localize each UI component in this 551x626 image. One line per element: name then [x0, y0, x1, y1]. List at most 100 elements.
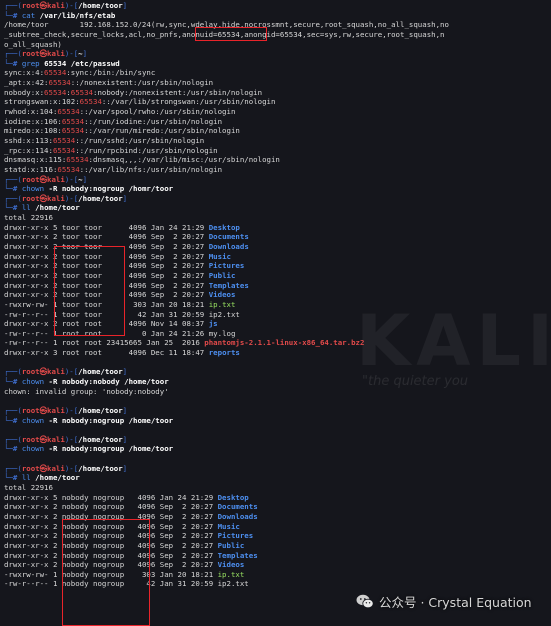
file-permissions: drwxr-xr-x 2	[4, 319, 62, 329]
prompt-hash: #	[12, 415, 22, 425]
command-line[interactable]: └─# chown -R nobody:nogroup /home/toor	[4, 416, 549, 426]
command-line[interactable]: └─# chown -R nobody:nobody /home/toor	[4, 377, 549, 387]
file-size-date: 4096 Sep 2 20:27	[115, 280, 209, 290]
grep-match: 65534	[52, 135, 76, 145]
file-size-date: 4096 Sep 2 20:27	[124, 511, 218, 521]
passwd-user-prefix: strongswan:x:102:	[4, 97, 80, 107]
file-owner-group: root root	[61, 328, 116, 338]
file-owner-group: toor toor	[61, 309, 116, 319]
prompt-frame: └─	[4, 10, 13, 20]
file-owner-group: root root	[61, 338, 107, 348]
file-name: reports	[208, 348, 240, 358]
file-name: Downloads	[208, 242, 249, 252]
prompt-separator: )-[	[64, 193, 79, 203]
passwd-suffix: ::/run/rpcbind:/usr/sbin/nologin	[75, 145, 218, 155]
passwd-entry: nobody:x:65534:65534:nobody:/nonexistent…	[4, 88, 549, 98]
output-line: chown: invalid group: 'nobody:nobody'	[4, 386, 169, 396]
ls-row: drwxr-xr-x 2 nobody nogroup 4096 Sep 2 2…	[4, 560, 549, 570]
prompt-header-line: ┌──(root㉿kali)-[/home/toor]	[4, 406, 549, 416]
file-size-date: 303 Jan 20 18:21	[124, 569, 218, 579]
output-line: total 22916	[4, 213, 53, 223]
grep-match: 65534	[66, 155, 89, 165]
prompt-frame: └─	[4, 203, 13, 213]
grep-match: 65534	[44, 68, 67, 78]
file-owner-group: toor toor	[61, 290, 116, 300]
command-args: /var/lib/nfs/etab	[35, 10, 116, 20]
command-args: /home/toor	[30, 473, 80, 483]
prompt-frame: ┌──(	[4, 367, 22, 377]
passwd-entry: statd:x:116:65534::/var/lib/nfs:/usr/sbi…	[4, 165, 549, 175]
file-permissions: -rw-r--r-- 1	[4, 328, 62, 338]
command-line[interactable]: └─# ll /home/toor	[4, 203, 549, 213]
file-permissions: drwxr-xr-x 2	[4, 521, 62, 531]
prompt-close: ]	[122, 367, 128, 377]
prompt-user-host: root㉿kali	[21, 174, 65, 184]
prompt-separator: )-[	[64, 434, 79, 444]
command-args: -R nobody:nogroup /home/toor	[44, 444, 174, 454]
command-line[interactable]: └─# ll /home/toor	[4, 473, 549, 483]
command-name: grep	[21, 58, 40, 68]
grep-match: 65534	[61, 126, 85, 136]
prompt-close: ]	[122, 463, 128, 473]
ls-row: drwxr-xr-x 2 nobody nogroup 4096 Sep 2 2…	[4, 502, 549, 512]
file-permissions: drwxr-xr-x 2	[4, 550, 62, 560]
command-name: ll	[21, 203, 31, 213]
passwd-user-prefix: miredo:x:108:	[4, 126, 62, 136]
file-size-date: 0 Jan 24 21:26	[115, 328, 209, 338]
ls-row: drwxr-xr-x 2 nobody nogroup 4096 Sep 2 2…	[4, 541, 549, 551]
passwd-user-prefix: iodine:x:106:	[4, 116, 62, 126]
ls-row: drwxr-xr-x 5 nobody nogroup 4096 Jan 24 …	[4, 493, 549, 503]
passwd-user-prefix: sshd:x:113:	[4, 135, 53, 145]
file-size-date: 4096 Sep 2 20:27	[115, 290, 209, 300]
file-size-date: 4096 Sep 2 20:27	[115, 232, 209, 242]
prompt-cwd: /home/toor	[78, 367, 123, 377]
ls-row: -rw-r--r-- 1 toor toor 42 Jan 31 20:59 i…	[4, 310, 549, 320]
file-owner-group: nobody nogroup	[61, 579, 125, 589]
grep-match: 65534	[61, 116, 85, 126]
prompt-separator: )-[	[64, 174, 79, 184]
grep-match: 65534	[52, 145, 76, 155]
grep-match: 65534	[57, 164, 80, 174]
command-args: -R nobody:nogroup /home/toor	[44, 415, 174, 425]
output-line: /home/toor 192.168.152.0/24(rw,sync,wdel…	[4, 20, 449, 30]
passwd-user-prefix: rwhod:x:104:	[4, 107, 58, 117]
file-owner-group: nobody nogroup	[61, 550, 125, 560]
file-size-date: 4096 Dec 11 18:47	[115, 348, 209, 358]
prompt-frame: ┌──(	[4, 193, 22, 203]
terminal-output[interactable]: ┌──(root㉿kali)-[/home/toor] └─# cat /var/…	[4, 1, 549, 589]
command-line[interactable]: └─# cat /var/lib/nfs/etab	[4, 11, 549, 21]
ls-row: -rwxrw-rw- 1 nobody nogroup 303 Jan 20 1…	[4, 570, 549, 580]
prompt-close: ]	[82, 174, 88, 184]
ls-row: drwxr-xr-x 2 root root 4096 Nov 14 08:37…	[4, 319, 549, 329]
ls-row: drwxr-xr-x 2 toor toor 4096 Sep 2 20:27 …	[4, 281, 549, 291]
passwd-user-prefix: nobody:x:	[4, 87, 45, 97]
command-line[interactable]: └─# grep 65534 /etc/passwd	[4, 59, 549, 69]
file-owner-group: nobody nogroup	[61, 531, 125, 541]
file-permissions: drwxr-xr-x 2	[4, 261, 62, 271]
prompt-hash: #	[12, 10, 22, 20]
command-args: 65534 /etc/passwd	[39, 58, 120, 68]
passwd-entry: rwhod:x:104:65534::/var/spool/rwho:/usr/…	[4, 107, 549, 117]
ls-row: drwxr-xr-x 2 toor toor 4096 Sep 2 20:27 …	[4, 261, 549, 271]
prompt-close: ]	[82, 49, 88, 59]
file-name: Templates	[208, 280, 249, 290]
file-owner-group: toor toor	[61, 232, 116, 242]
grep-match: 65534	[44, 87, 67, 97]
prompt-frame: └─	[4, 444, 13, 454]
prompt-separator: )-[	[64, 49, 79, 59]
command-line[interactable]: └─# chown -R nobody:nogroup /home/toor	[4, 444, 549, 454]
file-name: Downloads	[217, 511, 258, 521]
prompt-header-line: ┌──(root㉿kali)-[/home/toor]	[4, 464, 549, 474]
passwd-suffix: :dnsmasq,,,:/var/lib/misc:/usr/sbin/nolo…	[88, 155, 280, 165]
file-size-date: 4096 Sep 2 20:27	[124, 502, 218, 512]
file-owner-group: nobody nogroup	[61, 560, 125, 570]
file-name: Videos	[208, 290, 236, 300]
ls-row: -rw-r--r-- 1 nobody nogroup 42 Jan 31 20…	[4, 579, 549, 589]
wechat-watermark: 公众号 · Crystal Equation	[356, 592, 532, 610]
ls-row: drwxr-xr-x 3 root root 4096 Dec 11 18:47…	[4, 348, 549, 358]
prompt-cwd: /home/toor	[78, 405, 123, 415]
command-line[interactable]: └─# chown -R nobody:nogroup /homr/toor	[4, 184, 549, 194]
